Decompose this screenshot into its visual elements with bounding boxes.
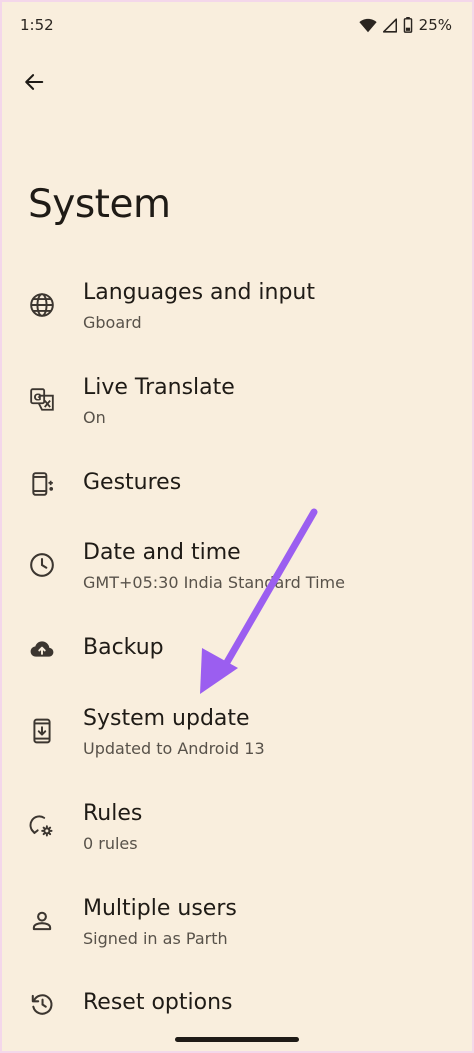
- item-title: Rules: [83, 801, 143, 826]
- settings-item-multiple-users[interactable]: Multiple users Signed in as Parth: [0, 886, 474, 966]
- item-title: Gestures: [83, 470, 182, 495]
- item-title: Date and time: [83, 540, 241, 565]
- status-time: 1:52: [20, 16, 54, 34]
- item-title: Languages and input: [83, 280, 315, 305]
- item-title: Reset options: [83, 990, 233, 1015]
- status-bar: 1:52 25%: [0, 0, 474, 52]
- translate-icon: G: [28, 386, 56, 414]
- item-subtitle: 0 rules: [83, 834, 138, 853]
- system-update-icon: [28, 717, 56, 745]
- rules-icon: [28, 812, 56, 840]
- item-subtitle: Updated to Android 13: [83, 739, 265, 758]
- item-subtitle: Gboard: [83, 313, 142, 332]
- reset-icon: [28, 990, 56, 1018]
- person-icon: [28, 907, 56, 935]
- gestures-phone-icon: [28, 470, 56, 498]
- item-title: Live Translate: [83, 375, 235, 400]
- item-title: Multiple users: [83, 896, 237, 921]
- signal-icon: [382, 17, 397, 33]
- globe-icon: [28, 291, 56, 319]
- settings-item-reset-options[interactable]: Reset options: [0, 978, 474, 1030]
- settings-item-rules[interactable]: Rules 0 rules: [0, 791, 474, 871]
- settings-item-system-update[interactable]: System update Updated to Android 13: [0, 696, 474, 776]
- settings-item-languages-and-input[interactable]: Languages and input Gboard: [0, 270, 474, 350]
- item-title: System update: [83, 706, 250, 731]
- status-icons: 25%: [359, 16, 452, 34]
- item-subtitle: GMT+05:30 India Standard Time: [83, 573, 345, 592]
- item-subtitle: On: [83, 408, 106, 427]
- item-subtitle: Signed in as Parth: [83, 929, 228, 948]
- settings-item-gestures[interactable]: Gestures: [0, 458, 474, 510]
- cloud-upload-icon: [28, 635, 56, 663]
- battery-percent: 25%: [418, 16, 452, 34]
- settings-item-backup[interactable]: Backup: [0, 623, 474, 675]
- gesture-nav-handle[interactable]: [175, 1037, 299, 1042]
- clock-icon: [28, 551, 56, 579]
- settings-item-live-translate[interactable]: G Live Translate On: [0, 365, 474, 445]
- svg-text:G: G: [34, 392, 42, 403]
- battery-icon: [403, 17, 413, 33]
- page-title: System: [28, 182, 171, 227]
- wifi-icon: [359, 18, 377, 33]
- arrow-back-icon: [23, 71, 45, 97]
- item-title: Backup: [83, 635, 164, 660]
- back-button[interactable]: [16, 66, 52, 102]
- settings-item-date-and-time[interactable]: Date and time GMT+05:30 India Standard T…: [0, 530, 474, 610]
